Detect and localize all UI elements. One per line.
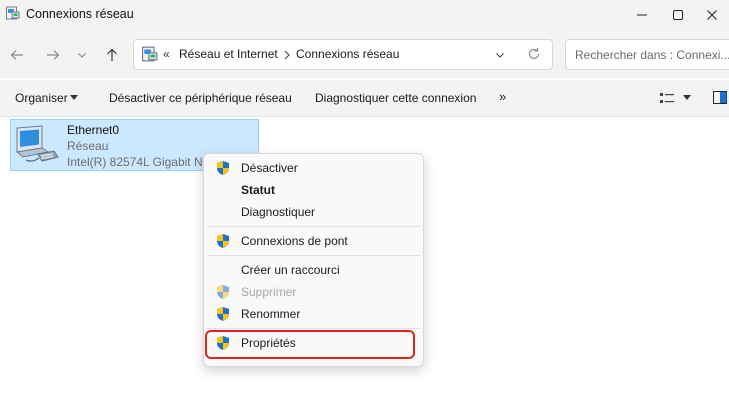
back-button[interactable] (6, 44, 28, 66)
network-connections-icon (142, 46, 158, 62)
connection-name: Ethernet0 (67, 123, 120, 137)
search-input[interactable]: Rechercher dans : Connexi... (565, 39, 729, 70)
diagnose-connection-button[interactable]: Diagnostiquer cette connexion (315, 91, 476, 105)
menu-item-renommer[interactable]: Renommer (241, 307, 300, 321)
more-commands-button[interactable]: » (499, 89, 506, 104)
search-placeholder: Rechercher dans : Connexi... (575, 48, 729, 62)
menu-item-creer-raccourci[interactable]: Créer un raccourci (241, 263, 340, 277)
close-icon (707, 10, 717, 20)
connection-type: Réseau (67, 139, 109, 153)
breadcrumb-item-reseau-internet[interactable]: Réseau et Internet (179, 47, 278, 61)
recent-locations-button[interactable] (71, 44, 93, 66)
menu-item-connexions-de-pont[interactable]: Connexions de pont (241, 234, 348, 248)
network-connections-icon (6, 6, 20, 20)
window-title: Connexions réseau (26, 7, 134, 21)
breadcrumb-overflow[interactable]: « (163, 47, 170, 61)
chevron-down-icon[interactable] (495, 50, 505, 60)
chevron-down-icon (78, 53, 86, 58)
connection-adapter: Intel(R) 82574L Gigabit Net (67, 155, 213, 169)
organize-button[interactable]: Organiser (15, 91, 68, 105)
menu-separator (207, 226, 420, 227)
minimize-button[interactable] (625, 0, 659, 30)
details-pane-icon[interactable] (713, 91, 727, 104)
caret-down-icon[interactable] (683, 95, 691, 101)
chevron-right-icon (284, 50, 290, 60)
maximize-button[interactable] (661, 0, 695, 30)
caret-down-icon (70, 95, 78, 100)
up-button[interactable] (101, 44, 123, 66)
close-button[interactable] (695, 0, 729, 30)
minimize-icon (637, 14, 647, 16)
arrow-up-icon (107, 48, 117, 61)
disable-device-button[interactable]: Désactiver ce périphérique réseau (109, 91, 292, 105)
uac-shield-icon (217, 307, 229, 321)
arrow-right-icon (47, 50, 60, 60)
uac-shield-icon (217, 161, 229, 175)
menu-item-desactiver[interactable]: Désactiver (241, 161, 298, 175)
maximize-icon (673, 10, 683, 20)
menu-item-diagnostiquer[interactable]: Diagnostiquer (241, 205, 315, 219)
menu-separator (207, 255, 420, 256)
ethernet-adapter-icon (15, 125, 59, 162)
menu-item-supprimer: Supprimer (241, 285, 297, 299)
menu-separator (207, 328, 420, 329)
refresh-icon[interactable] (527, 47, 541, 61)
highlight-annotation (205, 330, 415, 359)
forward-button[interactable] (42, 44, 64, 66)
arrow-left-icon (10, 50, 23, 60)
menu-item-statut[interactable]: Statut (241, 183, 275, 197)
uac-shield-icon (217, 234, 229, 248)
view-options-icon[interactable] (660, 92, 674, 104)
uac-shield-icon (217, 285, 229, 299)
breadcrumb-item-connexions-reseau[interactable]: Connexions réseau (296, 47, 399, 61)
